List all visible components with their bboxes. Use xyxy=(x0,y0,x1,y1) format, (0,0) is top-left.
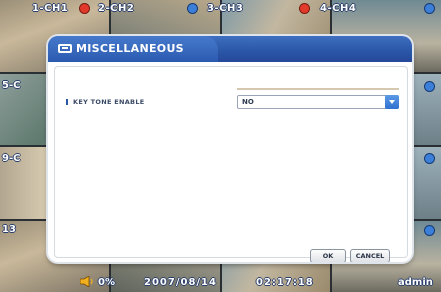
key-tone-select[interactable]: NO xyxy=(237,95,399,109)
status-indicator-icon xyxy=(425,82,434,91)
current-user: admin xyxy=(398,277,433,288)
dialog-header: MISCELLANEOUS xyxy=(48,36,412,62)
setting-label: KEY TONE ENABLE xyxy=(73,98,145,106)
divider xyxy=(237,88,399,90)
miscellaneous-dialog: MISCELLANEOUS KEY TONE ENABLE NO OK CANC… xyxy=(48,36,412,262)
channel-label-2: 2-CH2 xyxy=(98,3,135,14)
record-indicator-icon xyxy=(80,4,89,13)
dialog-title-tab: MISCELLANEOUS xyxy=(48,36,218,62)
status-indicator-icon xyxy=(425,226,434,235)
row-bullet-icon xyxy=(66,99,68,105)
chevron-down-icon[interactable] xyxy=(385,95,399,109)
setting-row-key-tone: KEY TONE ENABLE NO xyxy=(61,88,399,111)
channel-label-3: 3-CH3 xyxy=(207,3,244,14)
status-indicator-icon xyxy=(425,4,434,13)
channel-label-9: 9-C xyxy=(2,153,21,164)
channel-label-4: 4-CH4 xyxy=(320,3,357,14)
channel-label-1: 1-CH1 xyxy=(32,3,69,14)
record-indicator-icon xyxy=(300,4,309,13)
channel-label-5: 5-C xyxy=(2,80,21,91)
dialog-title: MISCELLANEOUS xyxy=(76,42,184,55)
speaker-icon xyxy=(80,276,93,287)
ok-button[interactable]: OK xyxy=(310,249,346,262)
menu-icon xyxy=(58,44,72,53)
date-display: 2007/08/14 xyxy=(144,277,217,288)
dialog-content: KEY TONE ENABLE NO xyxy=(54,66,408,258)
channel-label-13: 13 xyxy=(2,224,16,235)
cancel-button[interactable]: CANCEL xyxy=(350,249,390,262)
status-indicator-icon xyxy=(425,154,434,163)
select-value: NO xyxy=(242,98,254,106)
time-display: 02:17:18 xyxy=(256,277,314,288)
status-indicator-icon xyxy=(188,4,197,13)
hdd-usage: 0% xyxy=(98,277,115,288)
